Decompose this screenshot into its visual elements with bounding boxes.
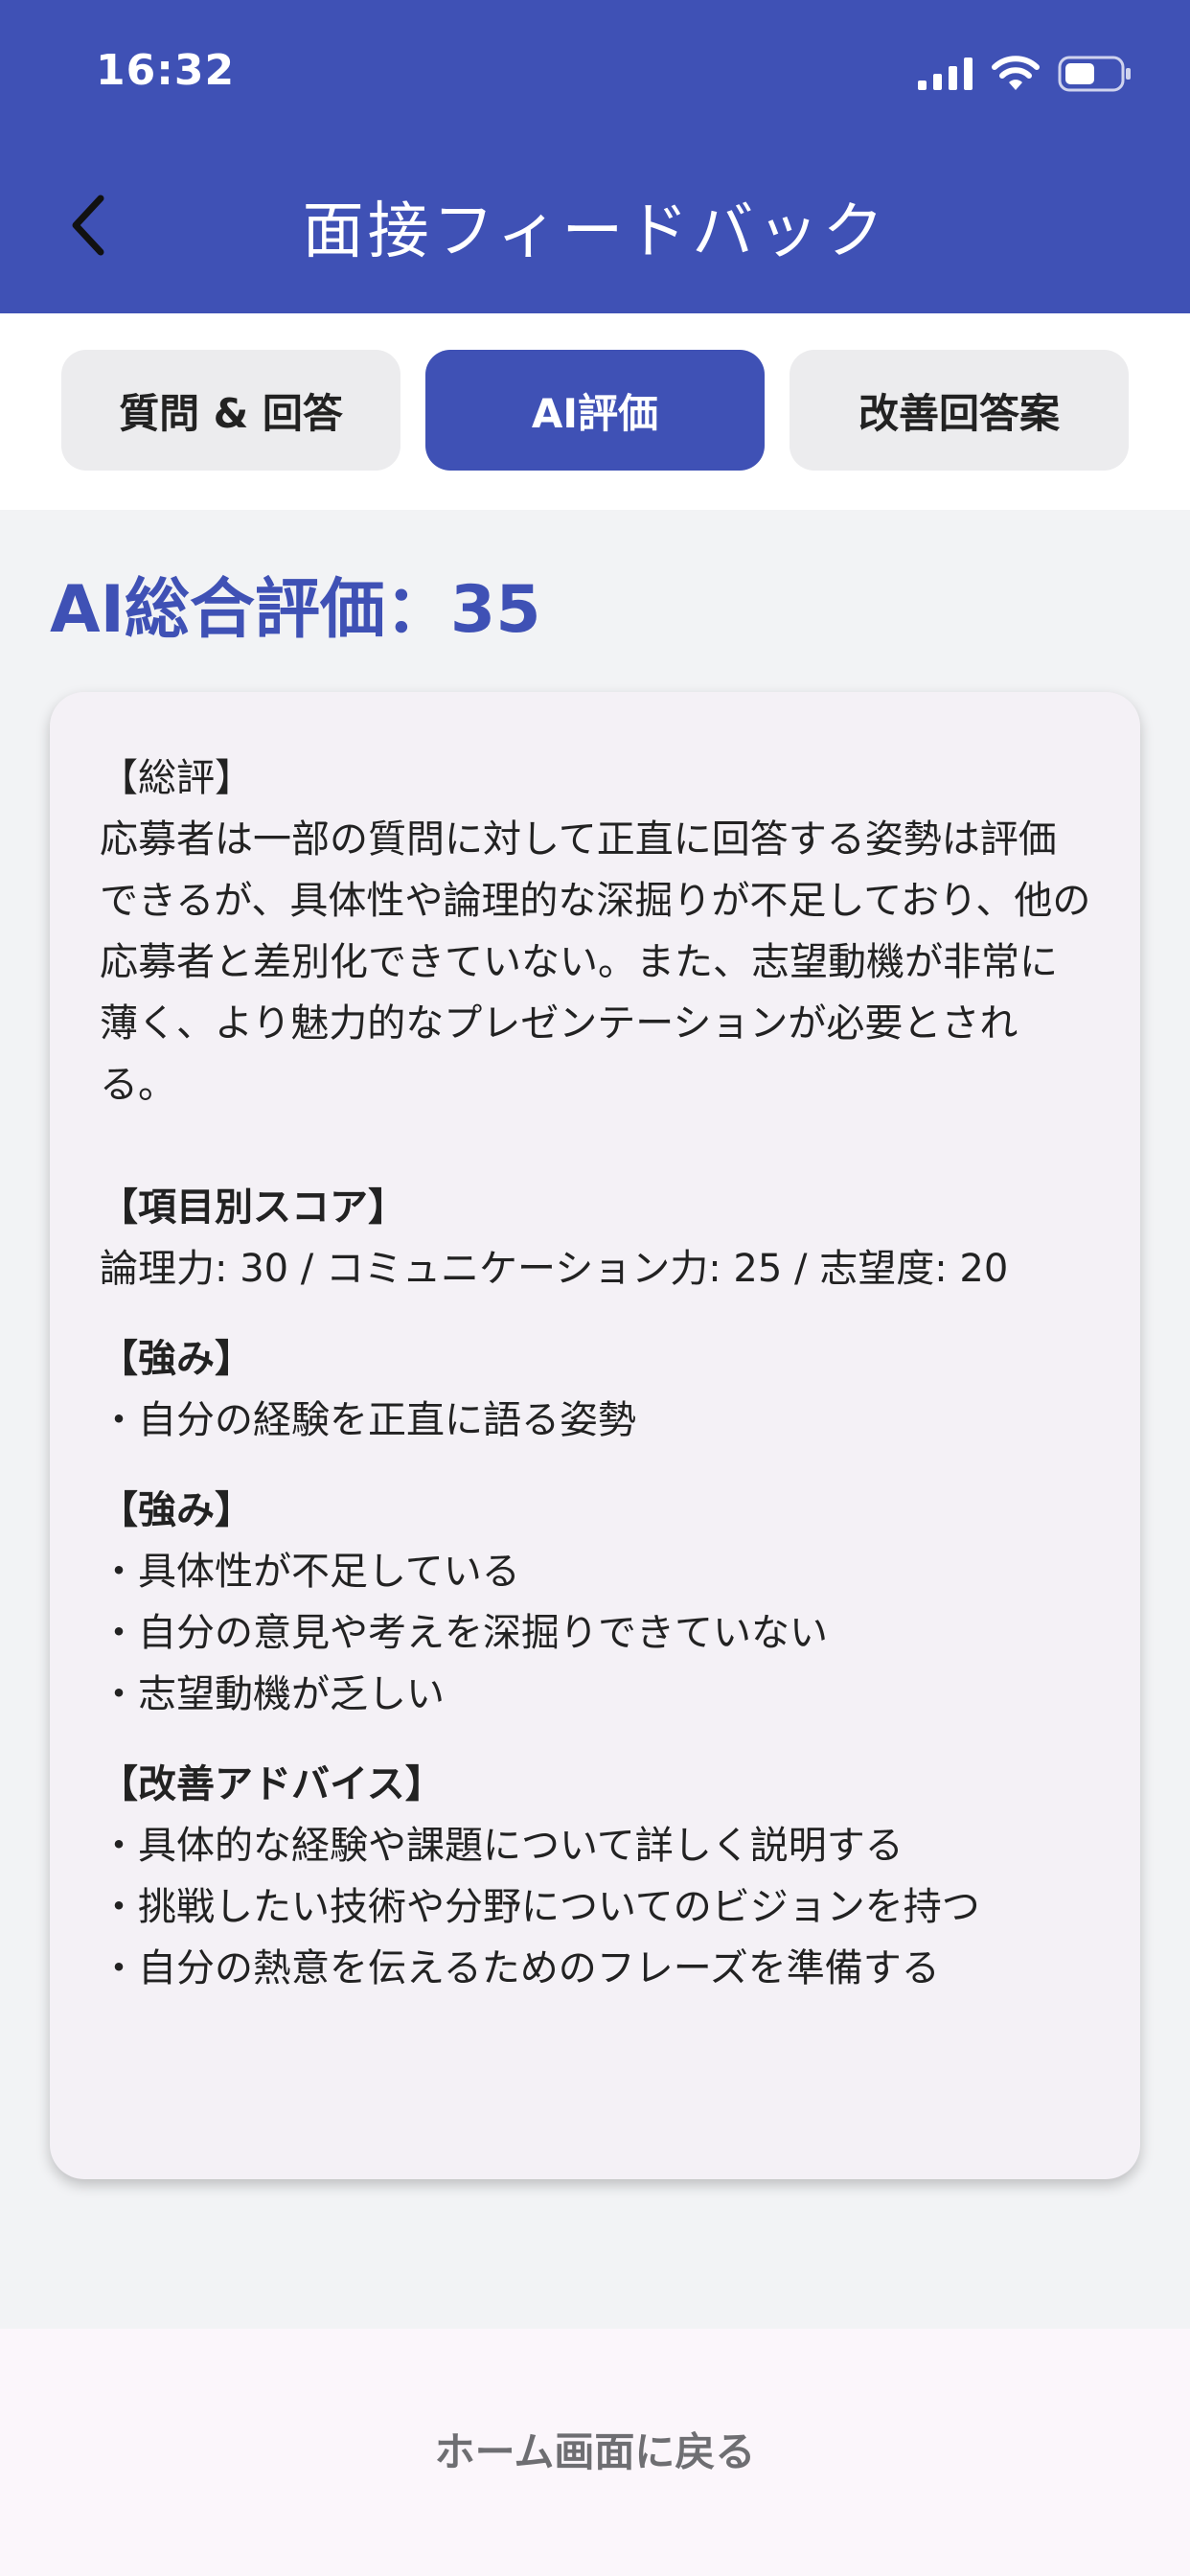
weaknesses-title: 【強み】 <box>100 1488 253 1532</box>
advice-title: 【改善アドバイス】 <box>100 1762 444 1806</box>
scores-text: 論理力: 30 / コミュニケーション力: 25 / 志望度: 20 <box>100 1247 1009 1291</box>
advice-item: ・自分の熱意を伝えるためのフレーズを準備する <box>100 1946 940 1990</box>
app-screen: 16:32 面接フィードバック 質問 & 回答 AI評価 改善回答案 AI総合評… <box>0 0 1190 2576</box>
overall-score-heading: AI総合評価：35 <box>50 572 541 648</box>
page-title: 面接フィードバック <box>302 196 888 267</box>
weakness-item: ・具体性が不足している <box>100 1550 520 1594</box>
advice-item: ・挑戦したい技術や分野についてのビジョンを持つ <box>100 1885 980 1929</box>
status-icons <box>918 56 1133 92</box>
summary-title: 【総評】 <box>100 756 253 800</box>
signal-icon <box>918 58 973 90</box>
scores-title: 【項目別スコア】 <box>100 1185 406 1230</box>
tab-questions-answers[interactable]: 質問 & 回答 <box>61 350 400 471</box>
summary-text: 応募者は一部の質問に対して正直に回答する姿勢は評価できるが、具体性や論理的な深掘… <box>100 817 1091 1107</box>
app-header: 16:32 面接フィードバック <box>0 0 1190 313</box>
tab-ai-evaluation[interactable]: AI評価 <box>425 350 765 471</box>
advice-item: ・具体的な経験や課題について詳しく説明する <box>100 1824 904 1868</box>
back-to-home-button[interactable]: ホーム画面に戻る <box>0 2420 1190 2478</box>
strength-item: ・自分の経験を正直に語る姿勢 <box>100 1398 636 1442</box>
status-time: 16:32 <box>96 46 236 95</box>
weakness-item: ・志望動機が乏しい <box>100 1672 445 1716</box>
bottom-bar: ホーム画面に戻る <box>0 2329 1190 2576</box>
tab-improved-answers[interactable]: 改善回答案 <box>790 350 1129 471</box>
battery-icon <box>1058 56 1131 92</box>
weakness-item: ・自分の意見や考えを深掘りできていない <box>100 1611 828 1655</box>
wifi-icon <box>992 56 1040 90</box>
tab-bar: 質問 & 回答 AI評価 改善回答案 <box>0 313 1190 510</box>
evaluation-card: 【総評】 応募者は一部の質問に対して正直に回答する姿勢は評価できるが、具体性や論… <box>50 692 1140 2179</box>
strengths-title: 【強み】 <box>100 1337 253 1381</box>
title-row: 面接フィードバック <box>0 172 1190 278</box>
